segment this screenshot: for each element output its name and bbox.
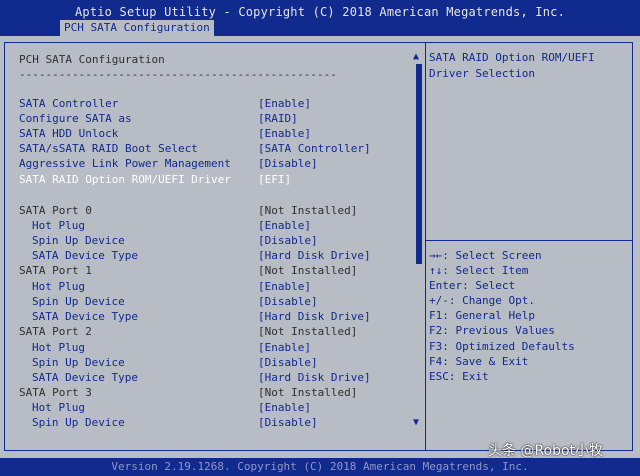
key-general-help: F1: General Help (429, 309, 535, 322)
raid-boot-select-value[interactable]: [SATA Controller] (258, 141, 371, 156)
panel-divider (425, 42, 426, 451)
key-save-exit: F4: Save & Exit (429, 355, 529, 368)
port-0-spin-up-label[interactable]: Spin Up Device (32, 233, 125, 248)
key-enter-select: Enter: Select (429, 279, 516, 292)
port-0-hot-plug-label[interactable]: Hot Plug (32, 218, 85, 233)
help-text-line-2: Driver Selection (429, 67, 535, 80)
port-0-device-type-value[interactable]: [Hard Disk Drive] (258, 248, 371, 263)
port-2-hot-plug-label[interactable]: Hot Plug (32, 340, 85, 355)
sata-hdd-unlock-value[interactable]: [Enable] (258, 126, 311, 141)
scroll-up-icon[interactable]: ▲ (413, 52, 419, 62)
scroll-down-icon[interactable]: ▼ (413, 418, 419, 428)
port-0-spin-up-value[interactable]: [Disable] (258, 233, 318, 248)
configure-sata-as-value[interactable]: [RAID] (258, 111, 298, 126)
sata-controller-label[interactable]: SATA Controller (19, 96, 118, 111)
key-select-item: ↑↓: Select Item (429, 264, 529, 277)
port-1-hot-plug-value[interactable]: [Enable] (258, 279, 311, 294)
sata-port-3-value: [Not Installed] (258, 386, 358, 399)
aggressive-link-power-label[interactable]: Aggressive Link Power Management (19, 156, 231, 171)
key-optimized-defaults: F3: Optimized Defaults (429, 340, 575, 353)
port-2-device-type-value[interactable]: [Hard Disk Drive] (258, 370, 371, 385)
key-previous-values: F2: Previous Values (429, 324, 555, 337)
port-2-spin-up-label[interactable]: Spin Up Device (32, 355, 125, 370)
app-title: Aptio Setup Utility - Copyright (C) 2018… (74, 5, 566, 19)
help-divider (426, 240, 633, 241)
configure-sata-as-label[interactable]: Configure SATA as (19, 111, 132, 126)
sata-port-0-value: [Not Installed] (258, 204, 358, 217)
raid-option-rom-value-selected[interactable]: [EFI] (258, 172, 291, 187)
port-2-device-type-label[interactable]: SATA Device Type (32, 370, 138, 385)
port-1-device-type-label[interactable]: SATA Device Type (32, 309, 138, 324)
key-select-screen: →←: Select Screen (429, 249, 542, 262)
watermark-text: 头条 @Robot小牧 (488, 443, 604, 459)
help-text-line-1: SATA RAID Option ROM/UEFI (429, 51, 595, 64)
port-1-device-type-value[interactable]: [Hard Disk Drive] (258, 309, 371, 324)
sata-port-2-value: [Not Installed] (258, 325, 358, 338)
key-change-opt: +/-: Change Opt. (429, 294, 535, 307)
raid-boot-select-label[interactable]: SATA/sSATA RAID Boot Select (19, 141, 198, 156)
sata-port-3-label: SATA Port 3 (19, 386, 92, 399)
port-3-spin-up-value[interactable]: [Disable] (258, 415, 318, 430)
port-3-hot-plug-value[interactable]: [Enable] (258, 400, 311, 415)
section-title: PCH SATA Configuration (19, 53, 165, 66)
tab-pch-sata-configuration[interactable]: PCH SATA Configuration (60, 20, 214, 36)
sata-port-1-value: [Not Installed] (258, 264, 358, 277)
sata-port-0-label: SATA Port 0 (19, 204, 92, 217)
port-1-spin-up-label[interactable]: Spin Up Device (32, 294, 125, 309)
port-2-hot-plug-value[interactable]: [Enable] (258, 340, 311, 355)
scrollbar-thumb[interactable] (416, 64, 422, 264)
raid-option-rom-label-selected[interactable]: SATA RAID Option ROM/UEFI Driver (19, 172, 231, 187)
footer-version: Version 2.19.1268. Copyright (C) 2018 Am… (0, 458, 640, 476)
sata-controller-value[interactable]: [Enable] (258, 96, 311, 111)
section-separator: ----------------------------------------… (19, 68, 337, 81)
title-bar: Aptio Setup Utility - Copyright (C) 2018… (0, 0, 640, 36)
port-0-device-type-label[interactable]: SATA Device Type (32, 248, 138, 263)
port-0-hot-plug-value[interactable]: [Enable] (258, 218, 311, 233)
port-3-hot-plug-label[interactable]: Hot Plug (32, 400, 85, 415)
aggressive-link-power-value[interactable]: [Disable] (258, 156, 318, 171)
sata-hdd-unlock-label[interactable]: SATA HDD Unlock (19, 126, 118, 141)
port-1-hot-plug-label[interactable]: Hot Plug (32, 279, 85, 294)
sata-port-1-label: SATA Port 1 (19, 264, 92, 277)
key-esc-exit: ESC: Exit (429, 370, 489, 383)
port-1-spin-up-value[interactable]: [Disable] (258, 294, 318, 309)
port-2-spin-up-value[interactable]: [Disable] (258, 355, 318, 370)
sata-port-2-label: SATA Port 2 (19, 325, 92, 338)
port-3-spin-up-label[interactable]: Spin Up Device (32, 415, 125, 430)
